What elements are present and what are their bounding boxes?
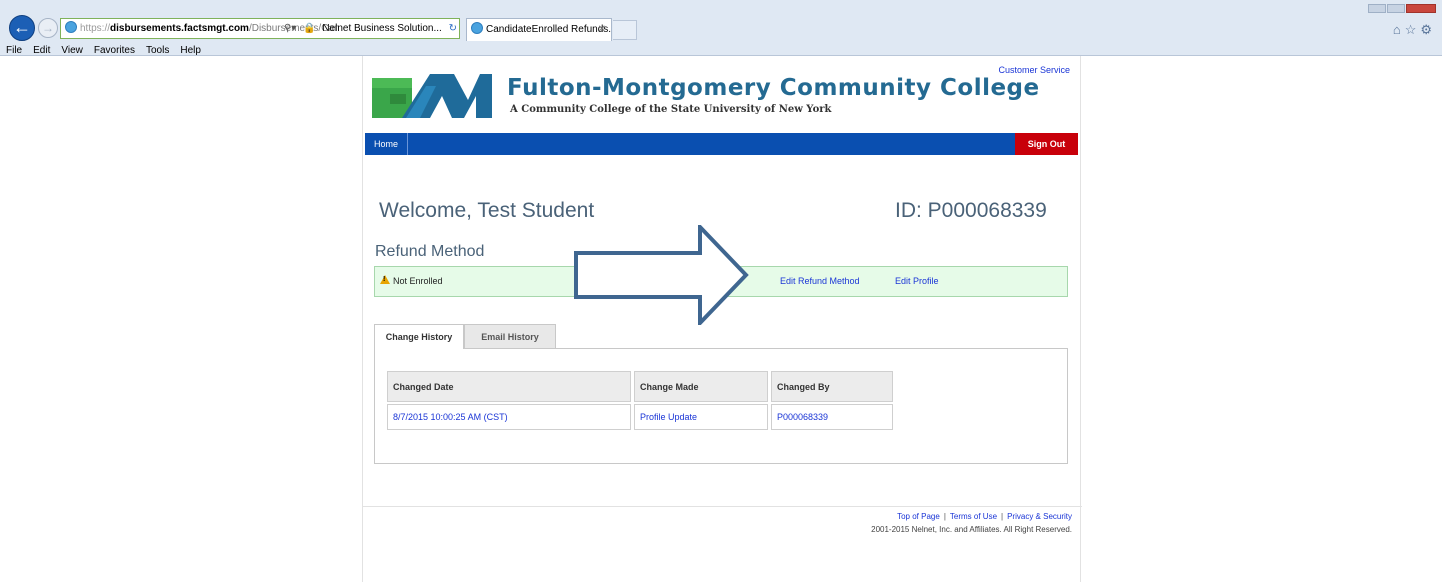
certificate-label[interactable]: Nelnet Business Solution... <box>322 23 442 34</box>
change-history-table: Changed Date Change Made Changed By 8/7/… <box>384 369 896 432</box>
url-domain: disbursements.factsmgt.com <box>110 23 249 34</box>
column-header-changed-date: Changed Date <box>387 371 631 402</box>
new-tab-button[interactable] <box>613 20 637 40</box>
student-id: ID: P000068339 <box>895 199 1047 222</box>
menu-file[interactable]: File <box>6 45 22 56</box>
table-row: 8/7/2015 10:00:25 AM (CST) Profile Updat… <box>387 404 893 430</box>
window-controls <box>1367 0 1436 13</box>
menu-favorites[interactable]: Favorites <box>94 45 135 56</box>
cell-changed-by[interactable]: P000068339 <box>771 404 893 430</box>
browser-toolbar-icons: ⌂☆⚙ <box>1393 22 1436 38</box>
annotation-arrow-icon <box>574 225 749 325</box>
refund-status: Not Enrolled <box>393 276 443 286</box>
window-close-icon[interactable] <box>1406 4 1436 13</box>
warning-icon <box>380 275 390 284</box>
tab-email-history[interactable]: Email History <box>464 324 556 349</box>
menu-edit[interactable]: Edit <box>33 45 50 56</box>
menu-bar: File Edit View Favorites Tools Help <box>0 45 206 56</box>
cell-changed-date[interactable]: 8/7/2015 10:00:25 AM (CST) <box>387 404 631 430</box>
sign-out-button[interactable]: Sign Out <box>1015 133 1078 155</box>
search-icon[interactable]: ⚲▾ <box>284 23 296 34</box>
home-icon[interactable]: ⌂ <box>1393 22 1405 37</box>
minimize-icon[interactable] <box>1368 4 1386 13</box>
college-subtitle: A Community College of the State Univers… <box>510 104 832 115</box>
favorites-star-icon[interactable]: ☆ <box>1405 22 1421 37</box>
nav-home[interactable]: Home <box>365 133 409 155</box>
footer-links: Top of Page | Terms of Use | Privacy & Secur… <box>897 512 1072 521</box>
column-header-change-made: Change Made <box>634 371 768 402</box>
lock-icon[interactable]: 🔒 <box>303 23 315 34</box>
customer-service-link[interactable]: Customer Service <box>998 65 1070 75</box>
privacy-security-link[interactable]: Privacy & Security <box>1007 512 1072 521</box>
browser-tab[interactable]: CandidateEnrolled Refunds... ✕ <box>466 18 612 41</box>
ie-page-icon <box>65 21 77 33</box>
url-scheme: https:// <box>80 23 111 34</box>
address-bar[interactable]: https://disbursements.factsmgt.com/Disbu… <box>60 18 460 39</box>
college-name: Fulton-Montgomery Community College <box>507 75 1040 101</box>
terms-of-use-link[interactable]: Terms of Use <box>950 512 997 521</box>
menu-help[interactable]: Help <box>180 45 201 56</box>
top-of-page-link[interactable]: Top of Page <box>897 512 940 521</box>
history-panel: Changed Date Change Made Changed By 8/7/… <box>374 348 1068 464</box>
main-navbar: Home Sign Out <box>365 133 1078 155</box>
forward-arrow-icon[interactable]: → <box>38 18 58 38</box>
table-header-row: Changed Date Change Made Changed By <box>387 371 893 402</box>
tab-change-history[interactable]: Change History <box>374 324 464 349</box>
edit-profile-link[interactable]: Edit Profile <box>895 276 939 286</box>
welcome-heading: Welcome, Test Student <box>379 199 595 222</box>
edit-refund-method-link[interactable]: Edit Refund Method <box>780 276 860 286</box>
footer-divider <box>363 506 1082 507</box>
tab-favicon-icon <box>471 22 483 34</box>
menu-tools[interactable]: Tools <box>146 45 169 56</box>
browser-chrome: ← → https://disbursements.factsmgt.com/D… <box>0 0 1442 56</box>
tab-close-icon[interactable]: ✕ <box>598 19 606 40</box>
cell-change-made[interactable]: Profile Update <box>634 404 768 430</box>
tab-title: CandidateEnrolled Refunds... <box>486 24 612 35</box>
refresh-icon[interactable]: ↻ <box>449 23 457 34</box>
back-arrow-icon[interactable]: ← <box>9 15 35 41</box>
refund-method-title: Refund Method <box>375 243 485 260</box>
fmcc-logo <box>372 74 492 118</box>
copyright-text: 2001-2015 Nelnet, Inc. and Affiliates. A… <box>871 525 1072 534</box>
maximize-icon[interactable] <box>1387 4 1405 13</box>
menu-view[interactable]: View <box>61 45 83 56</box>
gear-icon[interactable]: ⚙ <box>1420 22 1436 37</box>
column-header-changed-by: Changed By <box>771 371 893 402</box>
